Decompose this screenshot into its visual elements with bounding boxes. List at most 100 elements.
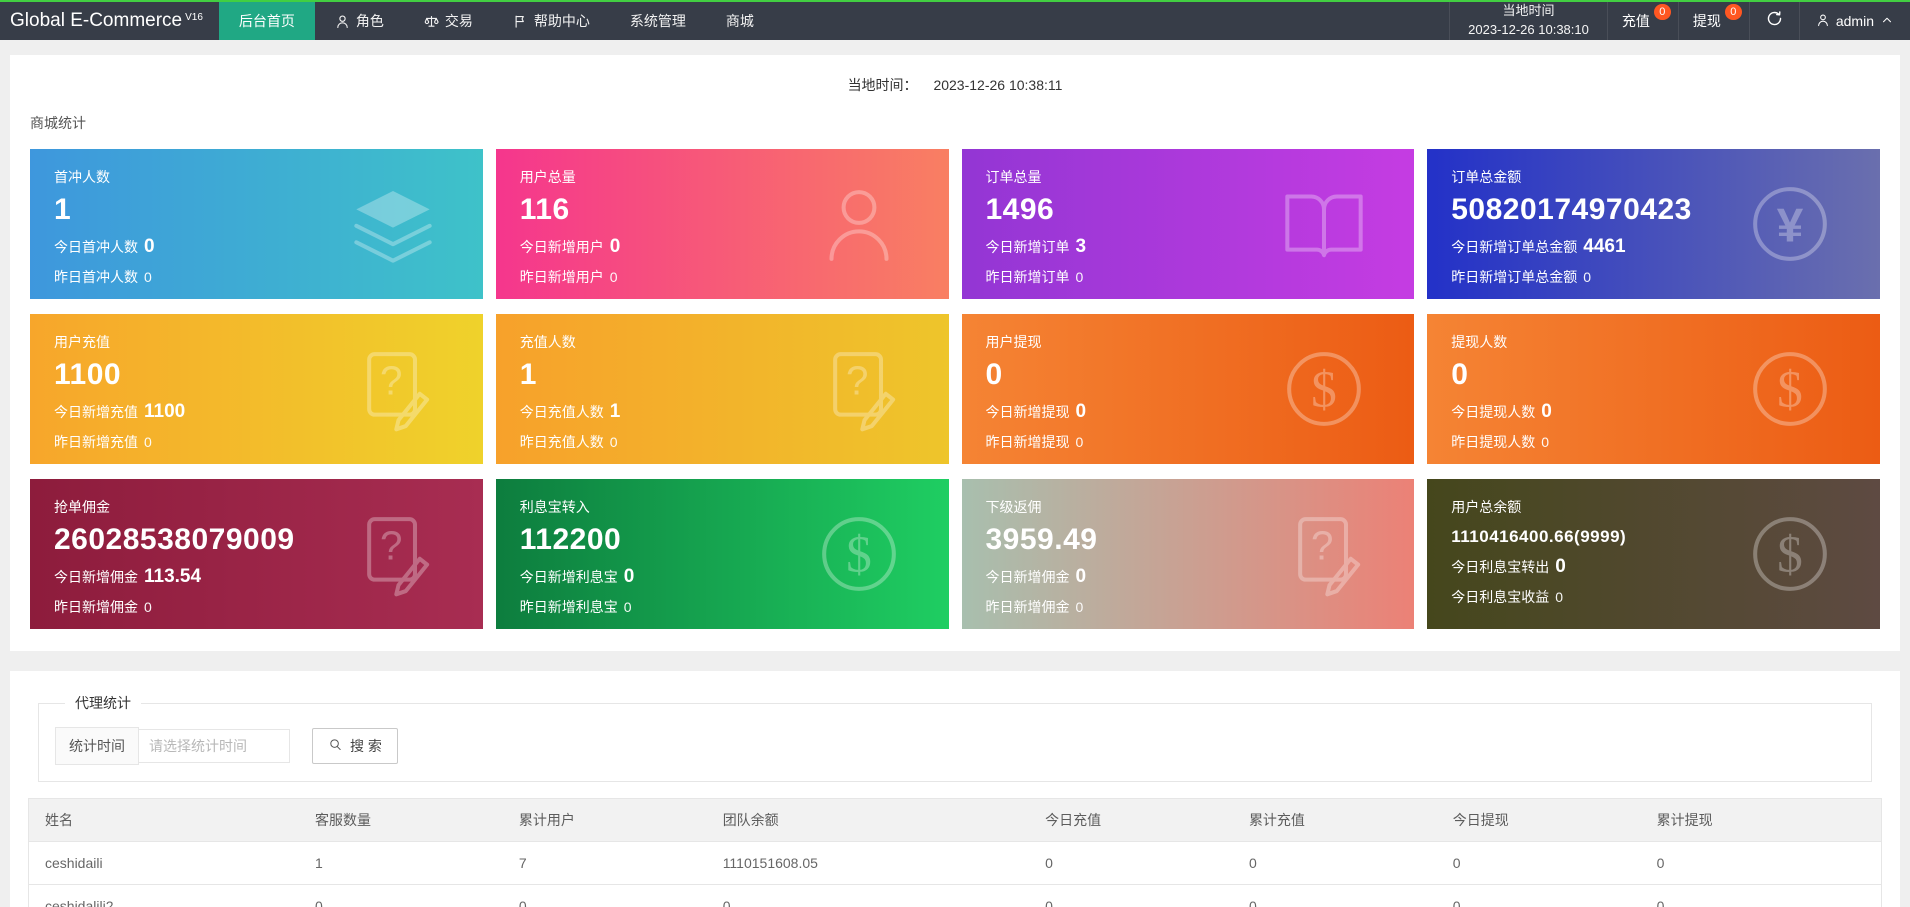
stat-card-line-value: 0 — [1541, 434, 1550, 450]
stat-card-total-users: 用户总量 116 今日新增用户 0 昨日新增用户 0 — [495, 149, 949, 299]
stat-time-input[interactable] — [138, 729, 290, 763]
nav-item-trade[interactable]: 交易 — [404, 2, 493, 40]
stat-card-line-value: 0 — [609, 434, 618, 450]
panel-local-time-value: 2023-12-26 10:38:11 — [933, 77, 1063, 93]
agent-table-col-header: 今日充值 — [1029, 798, 1233, 842]
stat-card-line-value: 0 — [623, 566, 635, 587]
stat-card-line-2: 昨日充值人数 0 — [520, 432, 925, 452]
stat-card-line-label: 今日新增用户 — [519, 239, 604, 255]
agent-table: 姓名 客服数量 累计用户 团队余额 今日充值 累计充值 今日提现 累计提现 ceshidail… — [28, 798, 1882, 907]
stat-card-line-2: 昨日提现人数 0 — [1451, 432, 1856, 452]
stat-card-line-value: 0 — [144, 599, 152, 615]
table-cell: ceshidaili — [28, 841, 300, 885]
stat-card-line-value: 0 — [1541, 401, 1552, 422]
nav-item-help-center[interactable]: 帮助中心 — [493, 2, 610, 40]
withdraw-badge: 0 — [1724, 4, 1742, 20]
svg-text:$: $ — [1777, 362, 1803, 419]
table-cell: ceshidalili2 — [28, 884, 300, 907]
stat-card-line-2: 昨日新增用户 0 — [520, 267, 925, 287]
stat-card-line-value: 0 — [1555, 589, 1564, 605]
search-button[interactable]: 搜 索 — [312, 728, 398, 764]
recharge-button[interactable]: 充值 0 — [1606, 2, 1678, 40]
user-icon — [335, 14, 350, 29]
table-cell: 0 — [1232, 841, 1437, 885]
stat-card-line-label: 今日新增利息宝 — [519, 569, 618, 585]
nav-item-system[interactable]: 系统管理 — [610, 2, 706, 40]
stat-card-line-label: 今日新增佣金 — [985, 569, 1070, 585]
stat-card-line-label: 今日利息宝转出 — [1451, 559, 1550, 575]
nav-item-label: 商城 — [725, 13, 754, 29]
agent-table-body: ceshidaili 1 7 1110151608.05 0 0 0 0 ceshidalili… — [28, 841, 1882, 907]
stats-section-title: 商城统计 — [30, 115, 86, 131]
search-button-label: 搜 索 — [350, 738, 382, 754]
user-menu[interactable]: admin — [1798, 2, 1910, 40]
chevron-up-icon — [1880, 13, 1894, 30]
withdraw-button-label: 提现 — [1692, 13, 1721, 29]
stat-card-total-orders: 订单总量 1496 今日新增订单 3 昨日新增订单 0 — [961, 149, 1415, 299]
topbar-right: 当地时间 2023-12-26 10:38:10 充值 0 提现 0 admin — [1449, 2, 1910, 40]
stat-card-line-label: 昨日新增用户 — [519, 269, 604, 285]
panel-local-time-label: 当地时间： — [847, 77, 918, 93]
local-time-block: 当地时间 2023-12-26 10:38:10 — [1449, 2, 1607, 40]
refresh-icon — [1766, 10, 1783, 32]
stat-card-subordinate-rebate: 下级返佣 3959.49 今日新增佣金 0 昨日新增佣金 0? — [961, 479, 1415, 629]
stat-card-line-value: 1100 — [144, 401, 186, 422]
stat-card-line-label: 今日提现人数 — [1451, 404, 1536, 420]
stat-card-line-label: 今日新增充值 — [54, 404, 138, 420]
stat-card-line-value: 0 — [609, 269, 618, 285]
nav-item-mall[interactable]: 商城 — [706, 2, 774, 40]
agent-search-form: 统计时间 搜 索 — [55, 727, 1871, 765]
edit-question-icon: ? — [1280, 510, 1368, 598]
stat-card-user-total-balance: 用户总余额 1110416400.66(9999) 今日利息宝转出 0 今日利息宝收益 0… — [1427, 479, 1880, 629]
stat-card-line-label: 昨日新增订单 — [985, 269, 1070, 285]
stat-card-line-value: 0 — [609, 236, 621, 257]
svg-text:?: ? — [845, 358, 867, 404]
stat-card-line-label: 昨日新增佣金 — [985, 599, 1070, 615]
edit-question-icon: ? — [815, 345, 903, 433]
stat-card-line-label: 昨日新增利息宝 — [519, 599, 618, 615]
table-cell: 7 — [502, 841, 707, 885]
stat-card-line-value: 0 — [144, 236, 155, 257]
stat-card-line-label: 今日新增佣金 — [54, 569, 138, 585]
stat-card-line-label: 今日新增订单 — [985, 239, 1070, 255]
stat-card-line-label: 今日首冲人数 — [54, 239, 138, 255]
stat-card-line-value: 0 — [1075, 401, 1087, 422]
stat-card-line-2: 昨日新增佣金 0 — [986, 597, 1391, 617]
stat-card-line-value: 3 — [1075, 236, 1087, 257]
nav-item-roles[interactable]: 角色 — [315, 2, 404, 40]
stat-time-label: 统计时间 — [55, 727, 139, 765]
stat-card-line-label: 今日新增订单总金额 — [1451, 239, 1578, 255]
agent-fieldset: 代理统计 统计时间 搜 索 — [38, 693, 1872, 782]
stat-card-line-label: 昨日新增佣金 — [54, 599, 138, 615]
table-cell: 0 — [299, 884, 503, 907]
user-icon — [1816, 13, 1830, 30]
table-cell: 0 — [502, 884, 707, 907]
agent-fieldset-legend: 代理统计 — [75, 695, 131, 711]
stat-card-line-2: 昨日新增佣金 0 — [54, 597, 459, 617]
svg-text:$: $ — [1777, 527, 1803, 584]
main-nav: 后台首页 角色 交易 帮助中心 系统管理 商城 — [218, 2, 774, 40]
withdraw-button[interactable]: 提现 0 — [1677, 2, 1749, 40]
stat-card-line-label: 昨日新增充值 — [54, 434, 138, 450]
stat-card-line-value: 0 — [1075, 566, 1087, 587]
user-icon — [815, 180, 903, 268]
table-row: ceshidalili2 0 0 0 0 0 0 0 — [28, 884, 1882, 907]
stat-card-line-2: 昨日首冲人数 0 — [54, 267, 459, 287]
panel-local-time: 当地时间： 2023-12-26 10:38:11 — [30, 69, 1880, 97]
table-cell: 0 — [1029, 841, 1233, 885]
refresh-button[interactable] — [1748, 2, 1799, 40]
stat-card-line-value: 0 — [144, 434, 152, 450]
table-cell: 0 — [1436, 841, 1641, 885]
stat-card-total-order-amount: 订单总金额 50820174970423 今日新增订单总金额 4461 昨日新增订单总金… — [1427, 149, 1880, 299]
recharge-button-label: 充值 — [1621, 13, 1650, 29]
svg-text:¥: ¥ — [1777, 200, 1804, 253]
layers-icon — [349, 180, 437, 268]
stat-card-lixibao-in: 利息宝转入 112200 今日新增利息宝 0 昨日新增利息宝 0 $ — [495, 479, 949, 629]
agent-table-col-header: 客服数量 — [299, 798, 503, 842]
local-time-label: 当地时间 — [1502, 3, 1555, 19]
nav-item-dashboard[interactable]: 后台首页 — [218, 2, 315, 40]
logo-text: Global E-Commerce — [10, 10, 183, 31]
svg-text:?: ? — [380, 358, 402, 404]
stat-card-line-label: 昨日新增订单总金额 — [1451, 269, 1578, 285]
table-cell: 0 — [1640, 841, 1882, 885]
